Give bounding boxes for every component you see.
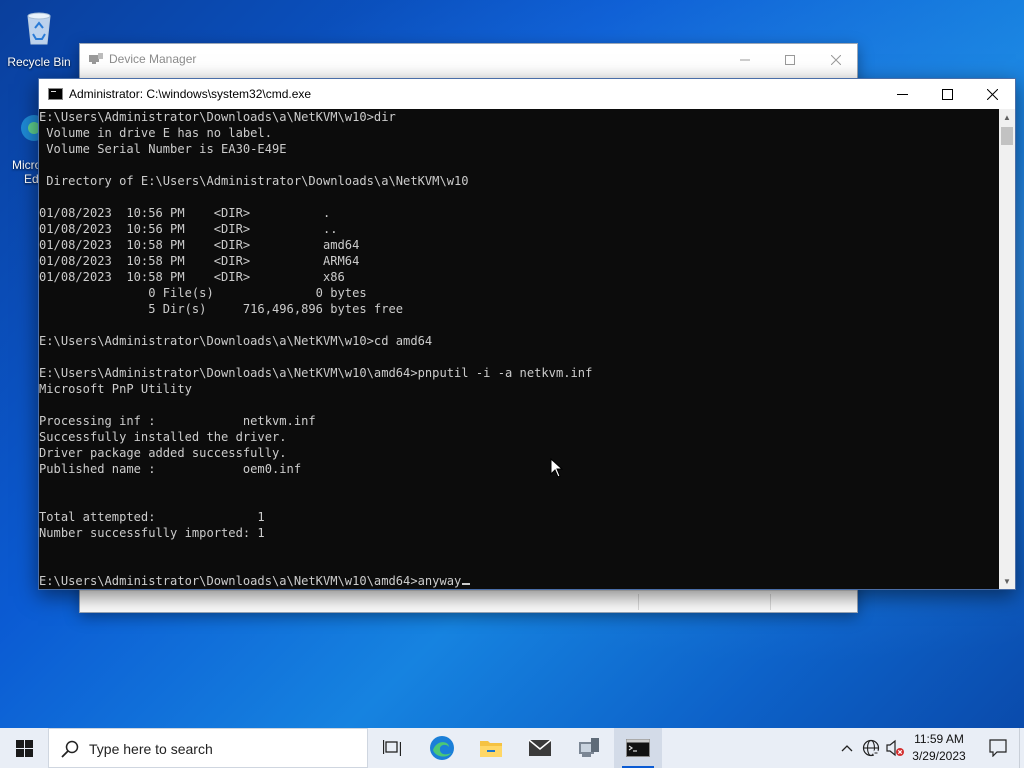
- text-cursor: [462, 583, 471, 585]
- minimize-icon: [740, 59, 750, 60]
- taskbar-device-manager-button[interactable]: [565, 728, 613, 768]
- close-icon: [986, 88, 998, 100]
- minimize-icon: [896, 93, 908, 95]
- cmd-scrollbar[interactable]: ▲ ▼: [999, 109, 1015, 589]
- start-button[interactable]: [0, 728, 48, 768]
- taskbar-file-explorer-button[interactable]: [467, 728, 515, 768]
- task-view-icon: [383, 740, 401, 756]
- maximize-icon: [785, 54, 795, 65]
- clock-date: 3/29/2023: [912, 749, 966, 763]
- console-line: Microsoft PnP Utility: [39, 382, 192, 396]
- console-line: 5 Dir(s) 716,496,896 bytes free: [39, 302, 404, 316]
- console-line: E:\Users\Administrator\Downloads\a\NetKV…: [39, 110, 396, 124]
- network-tray-button[interactable]: [860, 728, 882, 768]
- mail-icon: [528, 739, 552, 756]
- console-line: 01/08/2023 10:56 PM <DIR> .: [39, 206, 331, 220]
- taskbar-edge-button[interactable]: [418, 728, 466, 768]
- notification-icon: [989, 739, 1007, 757]
- desktop-icon-recycle-bin[interactable]: Recycle Bin: [0, 8, 78, 69]
- search-placeholder: Type here to search: [89, 741, 213, 757]
- task-view-button[interactable]: [368, 728, 416, 768]
- scroll-up-arrow-icon[interactable]: ▲: [999, 109, 1015, 125]
- show-desktop-button[interactable]: [1019, 728, 1024, 768]
- chevron-up-icon: [841, 745, 853, 752]
- folder-icon: [480, 741, 502, 757]
- network-globe-icon: [862, 739, 880, 757]
- cmd-icon: [626, 739, 650, 757]
- cmd-console-output[interactable]: E:\Users\Administrator\Downloads\a\NetKV…: [39, 109, 999, 589]
- maximize-button[interactable]: [767, 44, 813, 75]
- console-line: Successfully installed the driver.: [39, 430, 287, 444]
- console-line: Number successfully imported: 1: [39, 526, 265, 540]
- console-line: Processing inf : netkvm.inf: [39, 414, 316, 428]
- close-button[interactable]: [813, 44, 859, 75]
- status-divider: [638, 594, 639, 610]
- taskbar-mail-button[interactable]: [516, 728, 564, 768]
- maximize-button[interactable]: [924, 79, 970, 109]
- cmd-title: Administrator: C:\windows\system32\cmd.e…: [69, 87, 312, 101]
- device-manager-title: Device Manager: [109, 52, 197, 66]
- cmd-icon: [48, 88, 63, 100]
- device-manager-statusbar: [80, 590, 857, 612]
- device-manager-icon: [89, 53, 103, 64]
- clock-time: 11:59 AM: [914, 732, 964, 746]
- close-button[interactable]: [969, 79, 1015, 109]
- taskbar-cmd-button[interactable]: [614, 728, 662, 768]
- minimize-button[interactable]: [879, 79, 925, 109]
- console-line: Driver package added successfully.: [39, 446, 287, 460]
- mouse-pointer-icon: [550, 458, 564, 478]
- taskbar-clock[interactable]: 11:59 AM 3/29/2023: [900, 731, 978, 765]
- desktop-icon-label: Recycle Bin: [7, 55, 71, 69]
- maximize-icon: [941, 88, 953, 100]
- console-line: Volume in drive E has no label.: [39, 126, 272, 140]
- windows-logo-icon: [15, 739, 33, 757]
- console-line: E:\Users\Administrator\Downloads\a\NetKV…: [39, 573, 999, 589]
- taskbar: Type here to search 11:59 AM 3/29/2023: [0, 728, 1024, 768]
- status-divider: [770, 594, 771, 610]
- console-line: Total attempted: 1: [39, 510, 265, 524]
- console-line: 01/08/2023 10:56 PM <DIR> ..: [39, 222, 338, 236]
- console-line: Published name : oem0.inf: [39, 462, 302, 476]
- minimize-button[interactable]: [722, 44, 768, 75]
- scroll-down-arrow-icon[interactable]: ▼: [999, 573, 1015, 589]
- show-hidden-icons-button[interactable]: [836, 728, 858, 768]
- scroll-thumb[interactable]: [1001, 127, 1013, 145]
- search-icon: [61, 740, 79, 758]
- device-manager-icon: [579, 738, 599, 757]
- console-line: 01/08/2023 10:58 PM <DIR> x86: [39, 270, 345, 284]
- console-line: 0 File(s) 0 bytes: [39, 286, 367, 300]
- cmd-titlebar[interactable]: Administrator: C:\windows\system32\cmd.e…: [39, 79, 1015, 109]
- edge-icon: [430, 736, 454, 760]
- cmd-window[interactable]: Administrator: C:\windows\system32\cmd.e…: [38, 78, 1016, 590]
- console-line: E:\Users\Administrator\Downloads\a\NetKV…: [39, 366, 593, 380]
- action-center-button[interactable]: [978, 728, 1018, 768]
- console-line: Volume Serial Number is EA30-E49E: [39, 142, 287, 156]
- taskbar-search-box[interactable]: Type here to search: [48, 728, 368, 768]
- desktop-icon-label-line1: Micro: [12, 158, 42, 172]
- console-line: 01/08/2023 10:58 PM <DIR> amd64: [39, 238, 360, 252]
- console-line: 01/08/2023 10:58 PM <DIR> ARM64: [39, 254, 360, 268]
- recycle-bin-icon: [27, 12, 51, 45]
- desktop-icon-label-line2: Ed: [24, 172, 39, 186]
- console-line: E:\Users\Administrator\Downloads\a\NetKV…: [39, 334, 433, 348]
- device-manager-titlebar[interactable]: Device Manager: [80, 44, 857, 75]
- console-line: Directory of E:\Users\Administrator\Down…: [39, 174, 469, 188]
- close-icon: [831, 54, 841, 65]
